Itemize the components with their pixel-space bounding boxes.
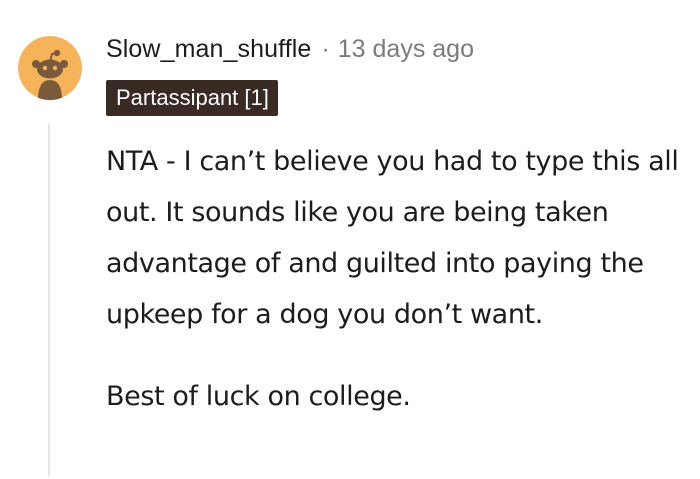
comment-body: NTA - I can’t believe you had to type th… [106,136,691,422]
user-avatar[interactable] [18,36,82,100]
meta-separator: · [321,34,330,63]
username-link[interactable]: Slow_man_shuffle [106,35,311,64]
comment-paragraph: NTA - I can’t believe you had to type th… [106,146,679,330]
snoo-avatar-icon [18,36,82,100]
comment-paragraph: Best of luck on college. [106,381,411,412]
thread-collapse-line[interactable] [48,124,50,476]
user-flair-badge: Partassipant [1] [106,80,278,116]
comment-timestamp[interactable]: 13 days ago [338,35,474,64]
comment-meta: Slow_man_shuffle · 13 days ago [106,30,474,68]
